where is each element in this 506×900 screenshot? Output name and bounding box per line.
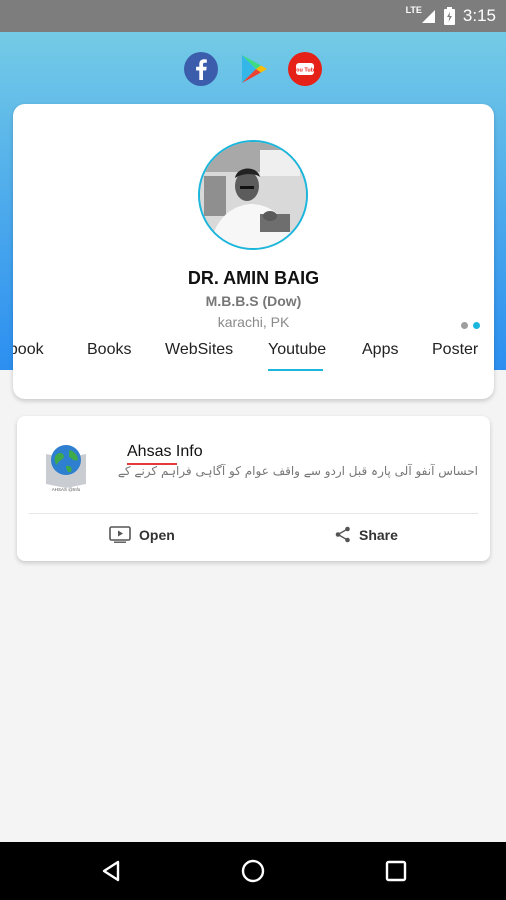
youtube-icon[interactable]: You Tube	[287, 51, 323, 87]
signal-icon	[421, 10, 435, 23]
youtube-logo-text: You Tube	[293, 68, 317, 74]
recents-icon[interactable]	[382, 857, 410, 885]
divider	[29, 513, 478, 514]
tab-books[interactable]: Books	[87, 341, 131, 359]
play-store-icon[interactable]	[235, 51, 271, 87]
app-logo-caption: AHSAS @Info	[52, 487, 81, 492]
navigation-bar	[0, 842, 506, 900]
profile-card: DR. AMIN BAIG M.B.B.S (Dow) karachi, PK …	[13, 104, 494, 399]
category-tabs: ebook Books WebSites Youtube Apps Poster	[13, 333, 494, 373]
active-tab-indicator	[268, 369, 323, 371]
back-icon[interactable]	[98, 857, 126, 885]
open-button[interactable]: Open	[109, 526, 175, 543]
lte-label: LTE	[405, 5, 422, 15]
app-description: احساس آنفو آلی پارہ قبل اردو سے واقف عوا…	[117, 464, 478, 478]
facebook-icon[interactable]	[183, 51, 219, 87]
profile-degree: M.B.B.S (Dow)	[205, 293, 302, 309]
video-icon	[109, 526, 131, 543]
profile-name: DR. AMIN BAIG	[187, 268, 320, 288]
tab-youtube[interactable]: Youtube	[268, 341, 326, 359]
page-dot-inactive	[461, 322, 468, 329]
open-label: Open	[139, 526, 175, 543]
page-indicator	[461, 322, 480, 329]
app-title: Ahsas Info	[127, 443, 203, 460]
tab-apps[interactable]: Apps	[362, 341, 398, 359]
app-logo-icon: AHSAS @Info	[46, 445, 86, 492]
tab-poster[interactable]: Poster	[432, 341, 478, 359]
profile-photo	[200, 142, 306, 248]
avatar	[198, 140, 308, 250]
profile-location: karachi, PK	[217, 314, 290, 330]
status-bar: LTE 3:15	[0, 0, 506, 32]
share-button[interactable]: Share	[335, 526, 398, 543]
tab-websites[interactable]: WebSites	[165, 341, 233, 359]
share-icon	[335, 526, 350, 543]
battery-icon	[443, 7, 455, 25]
home-icon[interactable]	[239, 857, 267, 885]
share-label: Share	[359, 526, 398, 543]
clock: 3:15	[462, 6, 496, 25]
app-card[interactable]: AHSAS @Info Ahsas Info احساس آنفو آلی پا…	[17, 416, 490, 561]
tab-ebook[interactable]: ebook	[13, 341, 44, 359]
page-dot-active	[473, 322, 480, 329]
social-links: You Tube	[0, 50, 506, 88]
status-icons: LTE 3:15	[406, 0, 496, 32]
